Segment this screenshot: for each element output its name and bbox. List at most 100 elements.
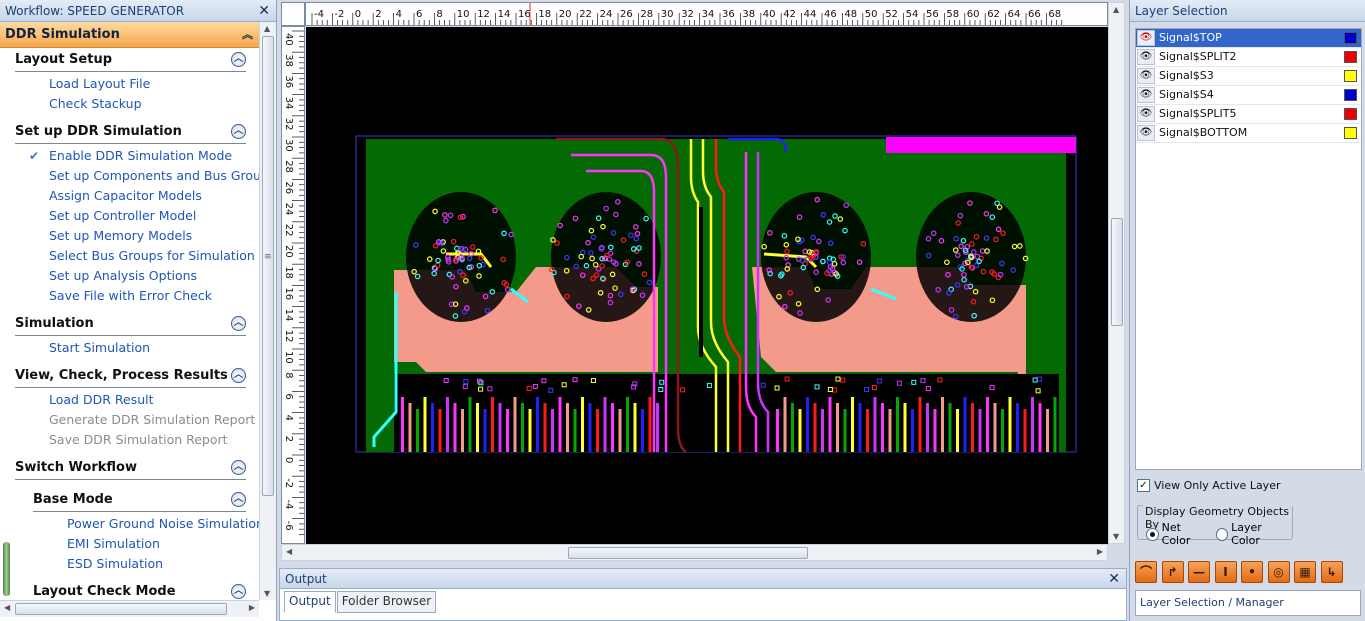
layer-row[interactable]: 👁 Signal$TOP [1136,29,1361,48]
layer-color-radio[interactable] [1215,527,1229,541]
layer-row[interactable]: 👁 Signal$BOTTOM [1136,124,1361,143]
workflow-step-link[interactable]: Save File with Error Check [0,286,259,306]
workflow-step-label: Set up Analysis Options [49,268,198,283]
scroll-up-icon[interactable]: ▲ [264,24,270,33]
workflow-section[interactable]: Switch Workflow ︿ [15,456,246,480]
workflow-step-link[interactable]: ESD Simulation [0,554,259,574]
scroll-right-icon[interactable]: ▶ [249,603,255,612]
layer-color-swatch[interactable] [1344,32,1357,44]
close-icon[interactable]: ✕ [258,0,270,22]
collapse-section-icon[interactable]: ︿ [231,52,246,67]
scroll-thumb[interactable] [568,547,808,559]
edge-finger [536,397,539,452]
edge-finger [1046,409,1049,452]
ruler-label: 40 [283,33,294,46]
collapse-section-icon[interactable]: ︿ [231,316,246,331]
eye-icon[interactable]: 👁 [1137,49,1155,65]
workflow-section-title: Switch Workflow [15,460,137,475]
eye-icon[interactable]: 👁 [1137,125,1155,141]
layer-color-swatch[interactable] [1344,51,1357,63]
eye-icon[interactable]: 👁 [1137,68,1155,84]
workflow-section[interactable]: Set up DDR Simulation ︿ [15,120,246,144]
workflow-step-link[interactable]: Start Simulation [0,338,259,358]
workflow-step-link[interactable]: Check Stackup [0,94,259,114]
scroll-left-icon[interactable]: ◀ [286,547,292,556]
workflow-horizontal-scrollbar[interactable]: ◀ ▶ [0,600,259,617]
eye-icon[interactable]: 👁 [1137,87,1155,103]
collapse-section-icon[interactable]: ︿ [231,124,246,139]
view-only-active-layer-option[interactable]: ✓ View Only Active Layer [1137,479,1280,492]
collapse-section-icon[interactable]: ︿ [231,460,246,475]
scroll-thumb[interactable] [15,603,227,615]
workflow-section[interactable]: Layout Check Mode ︿ [33,580,246,600]
layer-row[interactable]: 👁 Signal$S4 [1136,86,1361,105]
edge-finger [446,397,449,452]
workflow-section[interactable]: View, Check, Process Results ︿ [15,364,246,388]
workflow-step-link[interactable]: Set up Controller Model [0,206,259,226]
layer-color-swatch[interactable] [1344,127,1357,139]
collapse-section-icon[interactable]: ︿ [231,368,246,383]
workflow-section[interactable]: Simulation ︿ [15,312,246,336]
collapse-icon[interactable]: ︽ [242,22,253,48]
corner-tool-icon[interactable]: ↱ [1161,561,1184,583]
canvas-vertical-scrollbar[interactable]: ▲ ▼ [1108,2,1125,544]
workflow-section[interactable]: Base Mode ︿ [33,488,246,512]
layer-row[interactable]: 👁 Signal$SPLIT5 [1136,105,1361,124]
close-icon[interactable]: ✕ [1108,569,1120,589]
workflow-vertical-scrollbar[interactable]: ▲ ≡ ▼ [259,22,276,600]
layer-color-swatch[interactable] [1344,108,1357,120]
workflow-step-link[interactable]: EMI Simulation [0,534,259,554]
scroll-right-icon[interactable]: ▶ [1097,547,1103,556]
edge-finger [498,403,502,452]
canvas-horizontal-scrollbar[interactable]: ◀ ▶ [281,544,1108,561]
workflow-step-link[interactable]: Load DDR Result [0,390,259,410]
edge-finger [588,403,592,452]
collapse-section-icon[interactable]: ︿ [231,492,246,507]
layer-row[interactable]: 👁 Signal$S3 [1136,67,1361,86]
layer-color-swatch[interactable] [1344,70,1357,82]
eye-icon[interactable]: 👁 [1137,30,1155,46]
collapse-section-icon[interactable]: ︿ [231,584,246,599]
workflow-step-link[interactable]: ✔ Enable DDR Simulation Mode [0,146,259,166]
workflow-step-label: Assign Capacitor Models [49,188,202,203]
edge-finger [941,397,944,452]
tab-output[interactable]: Output [284,591,336,613]
workflow-step-link[interactable]: Select Bus Groups for Simulation [0,246,259,266]
scroll-left-icon[interactable]: ◀ [4,603,10,612]
line-tool-icon[interactable]: — [1188,561,1210,583]
tab-folder-browser[interactable]: Folder Browser [336,591,437,613]
workflow-step-link[interactable]: Set up Memory Models [0,226,259,246]
ruler-label: 58 [946,9,959,20]
layer-name: Signal$S4 [1159,88,1214,101]
arc-tool-icon[interactable]: ⌒ [1135,561,1157,583]
workflow-step-link[interactable]: Set up Components and Bus Groups [0,166,259,186]
workflow-step-link[interactable]: Set up Analysis Options [0,266,259,286]
layer-row[interactable]: 👁 Signal$SPLIT2 [1136,48,1361,67]
edge-finger [596,409,599,452]
workflow-section[interactable]: Layout Setup ︿ [15,48,246,72]
pcb-canvas[interactable] [306,27,1108,544]
scroll-up-icon[interactable]: ▲ [1113,5,1119,14]
scroll-down-icon[interactable]: ▼ [1113,532,1119,541]
ruler-label: 60 [967,9,980,20]
workflow-step-label: Set up Memory Models [49,228,193,243]
layer-color-swatch[interactable] [1344,89,1357,101]
workflow-step-link[interactable]: Power Ground Noise Simulation [0,514,259,534]
ruler-left: 40 38 36 34 32 30 28 26 24 22 20 18 16 14 12 10 8 6 4 2 0 -2-… [281,26,305,544]
point-tool-icon[interactable]: • [1241,561,1263,583]
scroll-down-icon[interactable]: ▼ [264,589,270,598]
view-only-active-layer-checkbox[interactable]: ✓ [1137,479,1150,492]
pad-tool-icon[interactable]: ◎ [1267,561,1290,583]
bend-tool-icon[interactable]: ↳ [1320,561,1343,583]
scroll-thumb[interactable] [262,36,274,496]
layer-manager-tab[interactable]: Layer Selection / Manager [1135,590,1361,616]
component-tool-icon[interactable]: ▦ [1294,561,1316,583]
net-color-radio[interactable] [1146,527,1159,541]
via-tool-icon[interactable]: Ⅰ [1214,561,1237,583]
scroll-thumb[interactable] [1111,218,1123,326]
workflow-header[interactable]: DDR Simulation ︽ [0,22,259,48]
eye-icon[interactable]: 👁 [1137,106,1155,122]
workflow-step-link[interactable]: Assign Capacitor Models [0,186,259,206]
workflow-step-label: Power Ground Noise Simulation [67,516,259,531]
workflow-step-link[interactable]: Load Layout File [0,74,259,94]
